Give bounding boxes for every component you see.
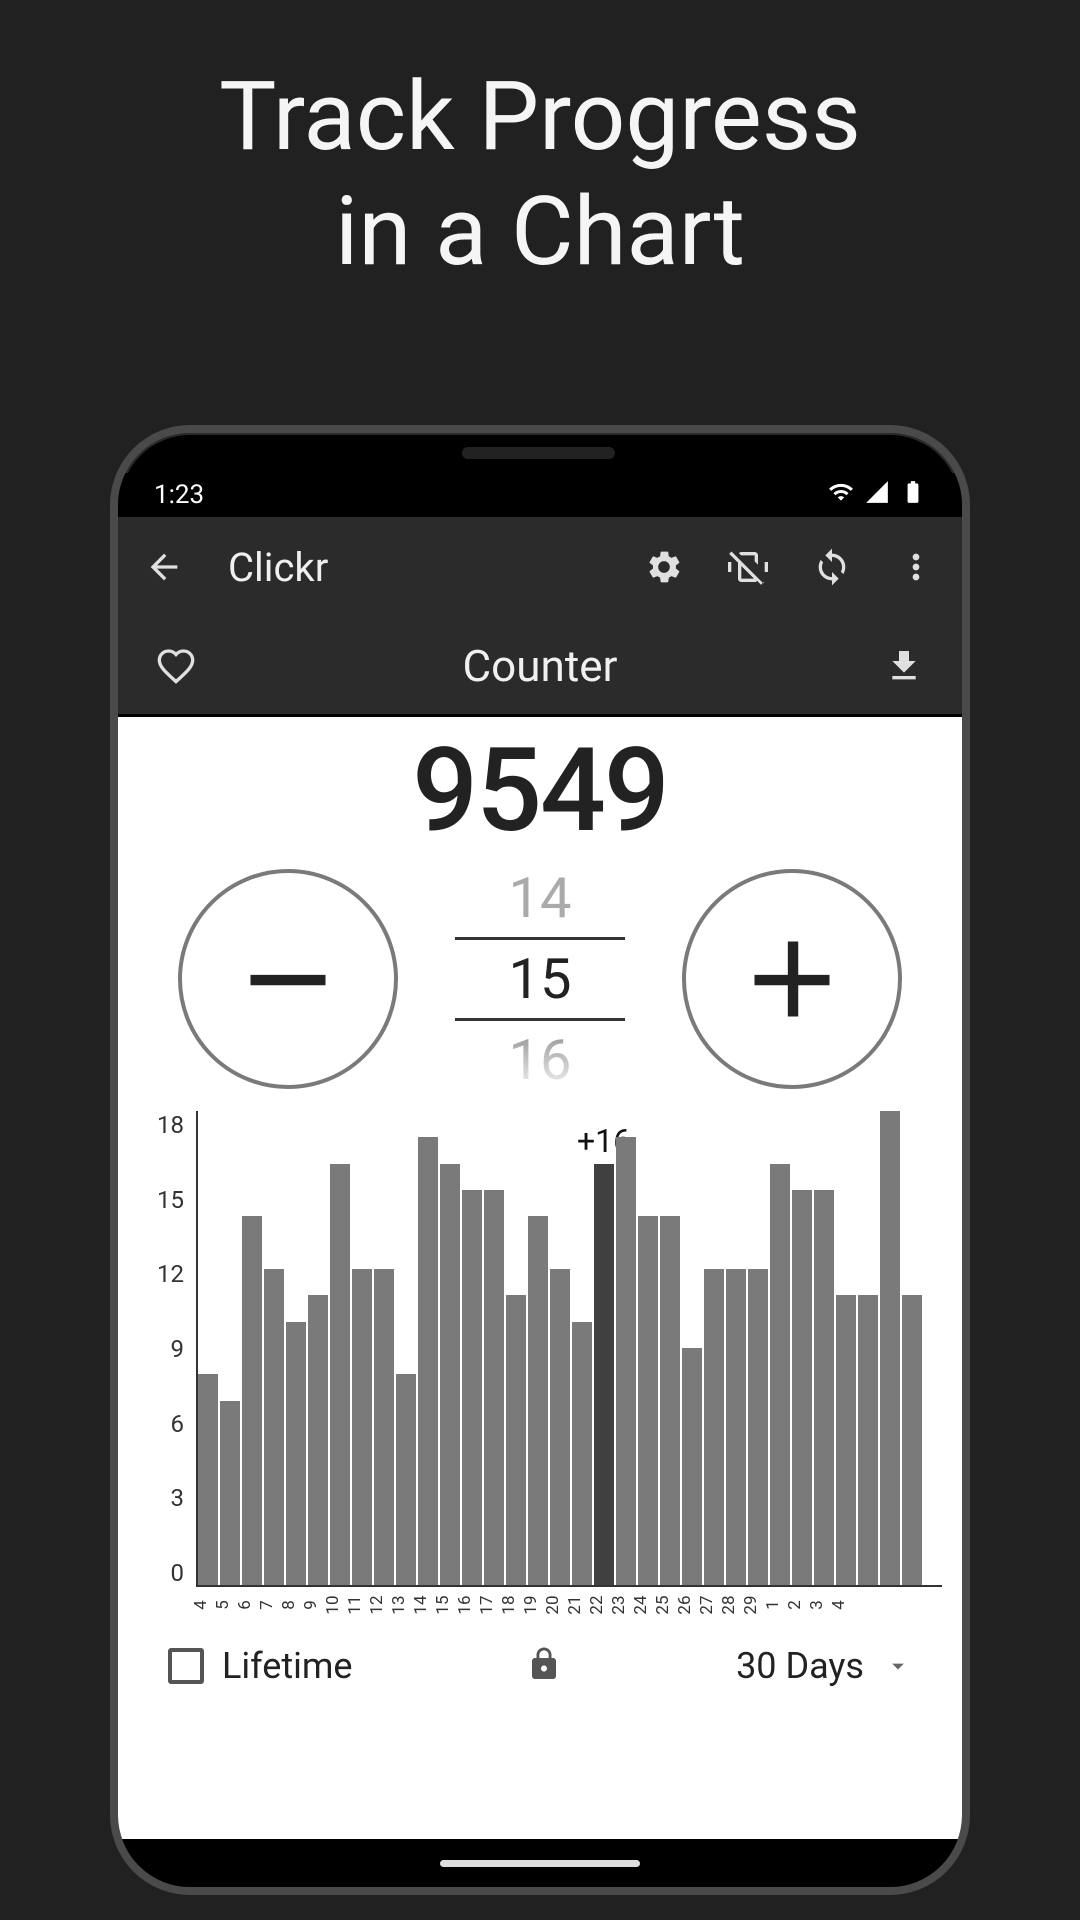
chart-bar[interactable] xyxy=(638,1216,658,1585)
chart-bar[interactable] xyxy=(704,1269,724,1585)
step-current: 15 xyxy=(450,942,630,1016)
plus-icon xyxy=(742,929,842,1029)
status-time: 1:23 xyxy=(154,480,204,510)
minus-icon xyxy=(238,929,338,1029)
chart-bar[interactable] xyxy=(396,1374,416,1585)
step-prev: 14 xyxy=(450,861,630,935)
app-title: Clickr xyxy=(216,544,612,591)
chart-bar[interactable] xyxy=(242,1216,262,1585)
chart-bar[interactable] xyxy=(264,1269,284,1585)
vibrate-off-icon xyxy=(728,547,768,587)
promo-line2: in a Chart xyxy=(0,175,1080,290)
back-button[interactable] xyxy=(136,539,192,595)
chart-bar[interactable] xyxy=(440,1164,460,1585)
chart-bar[interactable] xyxy=(814,1190,834,1585)
chart-bar[interactable] xyxy=(308,1295,328,1585)
step-next: 16 xyxy=(450,1023,630,1097)
progress-chart: 1815129630 +16 4567891011121314151617181… xyxy=(138,1111,942,1621)
chart-bar[interactable] xyxy=(330,1164,350,1585)
promo-headline: Track Progress in a Chart xyxy=(0,0,1080,290)
chart-bar[interactable] xyxy=(374,1269,394,1585)
y-tick: 15 xyxy=(138,1186,190,1214)
gear-icon xyxy=(644,547,684,587)
chart-bar[interactable] xyxy=(572,1322,592,1585)
chart-bar[interactable] xyxy=(484,1190,504,1585)
promo-line1: Track Progress xyxy=(0,60,1080,175)
subheader: Counter xyxy=(118,617,962,717)
phone-frame: 1:23 Clickr xyxy=(110,425,970,1895)
lifetime-checkbox[interactable] xyxy=(168,1648,204,1684)
increment-button[interactable] xyxy=(682,869,902,1089)
battery-icon xyxy=(900,479,926,512)
y-tick: 12 xyxy=(138,1260,190,1288)
chart-bar[interactable] xyxy=(748,1269,768,1585)
chart-bar[interactable] xyxy=(858,1295,878,1585)
wifi-icon xyxy=(828,479,854,512)
chart-bar[interactable] xyxy=(418,1137,438,1585)
chevron-down-icon xyxy=(884,1652,912,1680)
y-tick: 6 xyxy=(138,1410,190,1438)
chart-bar[interactable] xyxy=(528,1216,548,1585)
range-dropdown[interactable]: 30 Days xyxy=(736,1645,912,1687)
y-tick: 0 xyxy=(138,1559,190,1587)
favorite-button[interactable] xyxy=(148,638,204,694)
chart-bar[interactable] xyxy=(462,1190,482,1585)
download-icon xyxy=(884,646,924,686)
chart-bar[interactable] xyxy=(286,1322,306,1585)
chart-bar[interactable] xyxy=(902,1295,922,1585)
x-tick xyxy=(895,1594,927,1616)
signal-icon xyxy=(864,479,890,512)
chart-bar[interactable] xyxy=(792,1190,812,1585)
home-indicator[interactable] xyxy=(440,1860,640,1867)
heart-icon xyxy=(156,646,196,686)
decrement-button[interactable] xyxy=(178,869,398,1089)
chart-bar[interactable] xyxy=(616,1137,636,1585)
chart-bar[interactable] xyxy=(352,1269,372,1585)
chart-bar[interactable] xyxy=(660,1216,680,1585)
total-count: 9549 xyxy=(138,717,942,859)
chart-bar[interactable] xyxy=(198,1374,218,1585)
chart-bar[interactable] xyxy=(726,1269,746,1585)
more-button[interactable] xyxy=(888,539,944,595)
chart-bar[interactable] xyxy=(770,1164,790,1585)
lock-icon xyxy=(526,1646,562,1686)
counter-title: Counter xyxy=(204,640,876,692)
chart-bar[interactable] xyxy=(836,1295,856,1585)
nav-bar xyxy=(118,1839,962,1887)
sync-icon xyxy=(812,547,852,587)
app-bar: Clickr xyxy=(118,517,962,617)
vibrate-off-button[interactable] xyxy=(720,539,776,595)
lifetime-label[interactable]: Lifetime xyxy=(222,1645,353,1687)
chart-bar[interactable] xyxy=(550,1269,570,1585)
y-tick: 9 xyxy=(138,1335,190,1363)
y-tick: 3 xyxy=(138,1484,190,1512)
speaker-grille xyxy=(465,447,615,459)
download-button[interactable] xyxy=(876,638,932,694)
more-vert-icon xyxy=(896,547,936,587)
y-tick: 18 xyxy=(138,1111,190,1139)
chart-bar[interactable] xyxy=(220,1401,240,1585)
status-bar: 1:23 xyxy=(118,473,962,517)
chart-bar[interactable]: +16 xyxy=(594,1164,614,1585)
settings-button[interactable] xyxy=(636,539,692,595)
range-label: 30 Days xyxy=(736,1645,864,1687)
step-scroller[interactable]: 14 15 16 xyxy=(450,861,630,1097)
chart-bar[interactable] xyxy=(682,1348,702,1585)
chart-bar[interactable] xyxy=(506,1295,526,1585)
chart-bar[interactable] xyxy=(880,1111,900,1585)
sync-button[interactable] xyxy=(804,539,860,595)
